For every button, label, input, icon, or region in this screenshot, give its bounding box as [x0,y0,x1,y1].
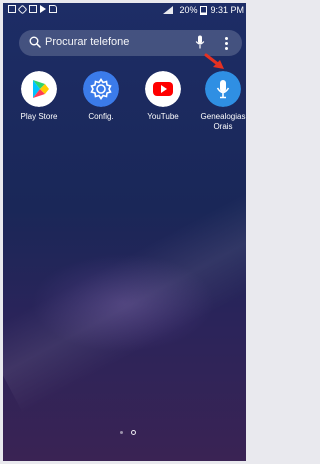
app-label: Genealogias Orais [200,112,246,131]
app-label: YouTube [147,112,179,121]
sd-card-icon [49,5,57,13]
system-indicators: 20% 9:31 PM [163,5,244,15]
play-icon [40,5,46,13]
mic-icon[interactable] [195,35,205,50]
tools-icon [17,4,28,14]
home-screen: 20% 9:31 PM Procurar telefone Play Store… [3,3,246,461]
signal-icon [163,6,176,14]
app-play-store[interactable]: Play Store [9,71,69,122]
app-settings[interactable]: Config. [71,71,131,122]
settings-gear-icon [83,71,119,107]
battery-icon [200,5,208,15]
youtube-icon [145,71,181,107]
annotation-arrow-icon [204,53,224,69]
more-options-icon[interactable] [225,37,228,52]
notification-icons [8,4,57,14]
wallpaper-accent [3,183,246,413]
app-genealogias-orais[interactable]: Genealogias Orais [193,71,246,132]
home-page-dot [120,431,123,434]
search-icon [29,36,41,48]
app-grid: Play Store Config. YouTube Genealogias O… [3,71,246,141]
status-bar: 20% 9:31 PM [3,3,246,19]
battery-percentage: 20% [179,5,198,15]
app-youtube[interactable]: YouTube [133,71,193,122]
page-indicator [120,430,136,435]
app-label: Play Store [20,112,58,121]
app-label: Config. [88,112,114,121]
gallery-icon [8,5,16,13]
clock: 9:31 PM [210,5,244,15]
clipboard-icon [29,5,37,13]
play-store-icon [21,71,57,107]
current-page-dot [131,430,136,435]
search-placeholder: Procurar telefone [45,36,130,48]
microphone-icon [205,71,241,107]
